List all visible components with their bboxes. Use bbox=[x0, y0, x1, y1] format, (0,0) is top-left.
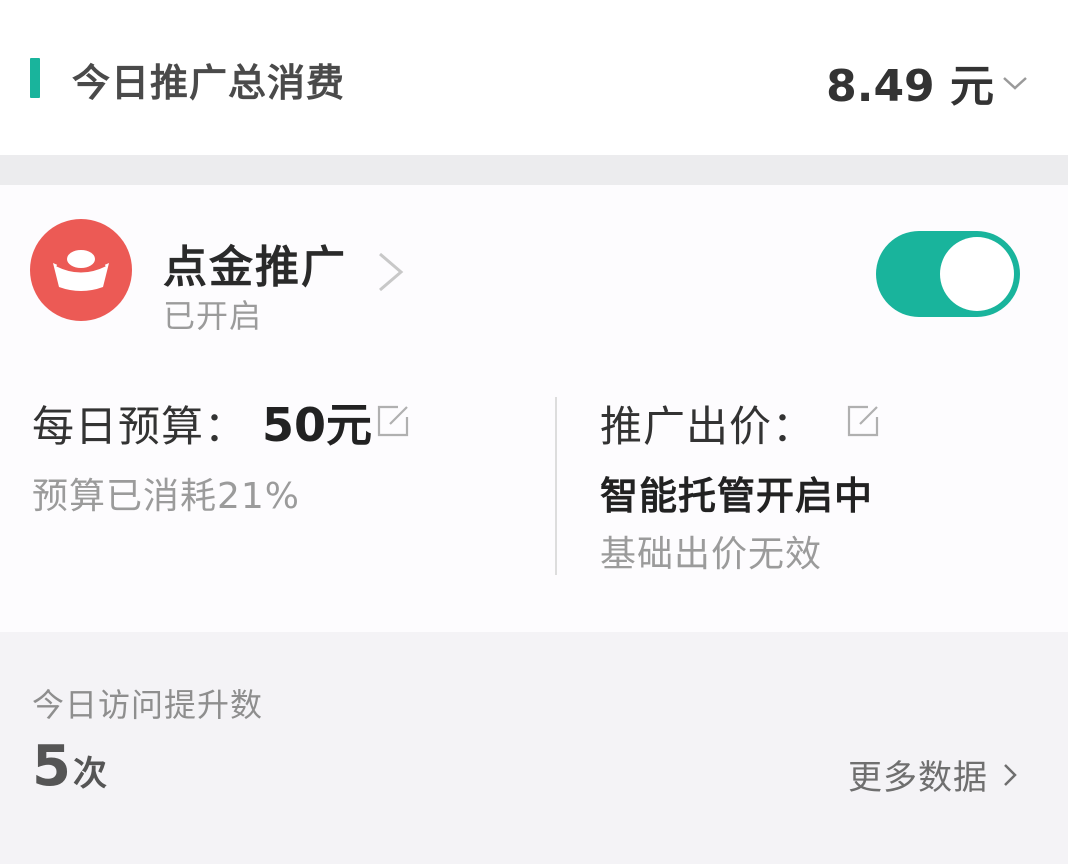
section-separator bbox=[0, 155, 1068, 185]
visit-increase-unit: 次 bbox=[72, 754, 107, 794]
gold-promotion-card: 点金推广 已开启 每日预算： 50元 预算已消耗21% 推广出价： 智能托管开启… bbox=[0, 185, 1068, 632]
total-spend-section[interactable]: 今日推广总消费 8.49 元 bbox=[0, 0, 1068, 155]
visit-stats-section: 今日访问提升数 5 次 更多数据 bbox=[0, 632, 1068, 864]
bid-label: 推广出价： bbox=[600, 402, 816, 451]
toggle-knob bbox=[940, 237, 1014, 311]
daily-budget-value: 50元 bbox=[262, 398, 373, 452]
promotion-toggle[interactable] bbox=[876, 231, 1020, 317]
visit-increase-value: 5 次 bbox=[32, 734, 107, 799]
promotion-page: 今日推广总消费 8.49 元 点金推广 已开启 每日预算： 50元 预算已消耗2… bbox=[0, 0, 1068, 864]
edit-bid-icon[interactable] bbox=[846, 404, 880, 442]
bid-mode-text: 智能托管开启中 bbox=[600, 474, 874, 518]
accent-bar bbox=[30, 58, 40, 98]
visit-increase-number: 5 bbox=[32, 734, 71, 799]
daily-budget-label: 每日预算： bbox=[32, 402, 248, 451]
promotion-name[interactable]: 点金推广 bbox=[163, 231, 347, 295]
bid-note-text: 基础出价无效 bbox=[600, 534, 823, 575]
chevron-right-icon[interactable] bbox=[374, 251, 406, 297]
more-data-link[interactable]: 更多数据 bbox=[848, 750, 1018, 799]
promotion-status: 已开启 bbox=[163, 297, 263, 335]
total-spend-dropdown[interactable]: 8.49 元 bbox=[826, 50, 1028, 114]
total-spend-amount: 8.49 元 bbox=[826, 61, 994, 112]
visit-increase-label: 今日访问提升数 bbox=[32, 686, 264, 724]
vertical-divider bbox=[555, 397, 557, 575]
more-data-label: 更多数据 bbox=[848, 758, 988, 798]
budget-used-text: 预算已消耗21% bbox=[32, 476, 301, 517]
gold-ingot-icon bbox=[30, 219, 132, 321]
chevron-down-icon bbox=[1002, 75, 1028, 95]
total-spend-title: 今日推广总消费 bbox=[72, 61, 346, 105]
chevron-right-icon bbox=[1004, 763, 1017, 786]
edit-budget-icon[interactable] bbox=[376, 404, 410, 442]
